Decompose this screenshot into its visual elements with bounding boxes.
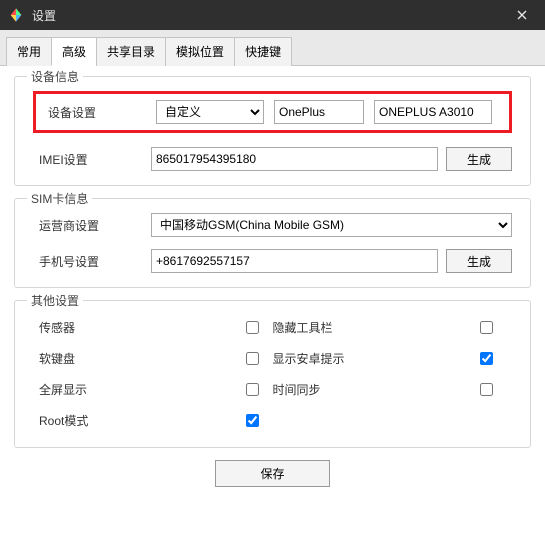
group-title-other: 其他设置 <box>27 292 83 309</box>
phone-generate-button[interactable]: 生成 <box>446 249 512 273</box>
opt-softkeyboard-label: 软键盘 <box>39 350 233 367</box>
opt-android-tips-label: 显示安卓提示 <box>273 350 467 367</box>
opt-fullscreen-checkbox[interactable] <box>246 383 259 396</box>
opt-softkeyboard-checkbox[interactable] <box>246 352 259 365</box>
group-title-device: 设备信息 <box>27 68 83 85</box>
other-options-grid: 传感器 隐藏工具栏 软键盘 显示安卓提示 全屏显示 时间同步 Root模式 <box>33 315 512 433</box>
imei-input[interactable] <box>151 147 438 171</box>
device-mode-select[interactable]: 自定义 <box>156 100 264 124</box>
save-button[interactable]: 保存 <box>215 460 329 487</box>
device-model-input[interactable] <box>374 100 492 124</box>
app-logo-icon <box>8 7 24 23</box>
opt-hide-toolbar-label: 隐藏工具栏 <box>273 319 467 336</box>
opt-hide-toolbar-checkbox[interactable] <box>480 321 493 334</box>
carrier-select[interactable]: 中国移动GSM(China Mobile GSM) <box>151 213 512 237</box>
device-brand-input[interactable] <box>274 100 364 124</box>
footer: 保存 <box>14 460 531 487</box>
tab-shared-dir[interactable]: 共享目录 <box>96 37 166 66</box>
imei-label: IMEI设置 <box>33 151 143 168</box>
group-title-sim: SIM卡信息 <box>27 190 92 207</box>
close-icon <box>517 10 527 20</box>
titlebar: 设置 <box>0 0 545 30</box>
tab-mock-location[interactable]: 模拟位置 <box>165 37 235 66</box>
opt-android-tips-checkbox[interactable] <box>480 352 493 365</box>
close-button[interactable] <box>507 0 537 30</box>
group-sim-info: SIM卡信息 运营商设置 中国移动GSM(China Mobile GSM) 手… <box>14 198 531 288</box>
phone-label: 手机号设置 <box>33 253 143 270</box>
imei-generate-button[interactable]: 生成 <box>446 147 512 171</box>
opt-timesync-checkbox[interactable] <box>480 383 493 396</box>
phone-input[interactable] <box>151 249 438 273</box>
content-area: 设备信息 设备设置 自定义 IMEI设置 生成 SIM卡信息 运营商设置 中国移… <box>0 66 545 497</box>
device-setting-highlight: 设备设置 自定义 <box>33 91 512 133</box>
tab-shortcuts[interactable]: 快捷键 <box>234 37 292 66</box>
opt-fullscreen-label: 全屏显示 <box>39 381 233 398</box>
opt-root-checkbox[interactable] <box>246 414 259 427</box>
device-setting-label: 设备设置 <box>42 104 146 121</box>
opt-sensor-label: 传感器 <box>39 319 233 336</box>
opt-sensor-checkbox[interactable] <box>246 321 259 334</box>
group-device-info: 设备信息 设备设置 自定义 IMEI设置 生成 <box>14 76 531 186</box>
group-other: 其他设置 传感器 隐藏工具栏 软键盘 显示安卓提示 全屏显示 时间同步 Root… <box>14 300 531 448</box>
tab-bar: 常用 高级 共享目录 模拟位置 快捷键 <box>0 30 545 66</box>
tab-common[interactable]: 常用 <box>6 37 52 66</box>
opt-timesync-label: 时间同步 <box>273 381 467 398</box>
tab-advanced[interactable]: 高级 <box>51 37 97 66</box>
opt-root-label: Root模式 <box>39 412 233 429</box>
window-title: 设置 <box>32 7 56 24</box>
carrier-label: 运营商设置 <box>33 217 143 234</box>
